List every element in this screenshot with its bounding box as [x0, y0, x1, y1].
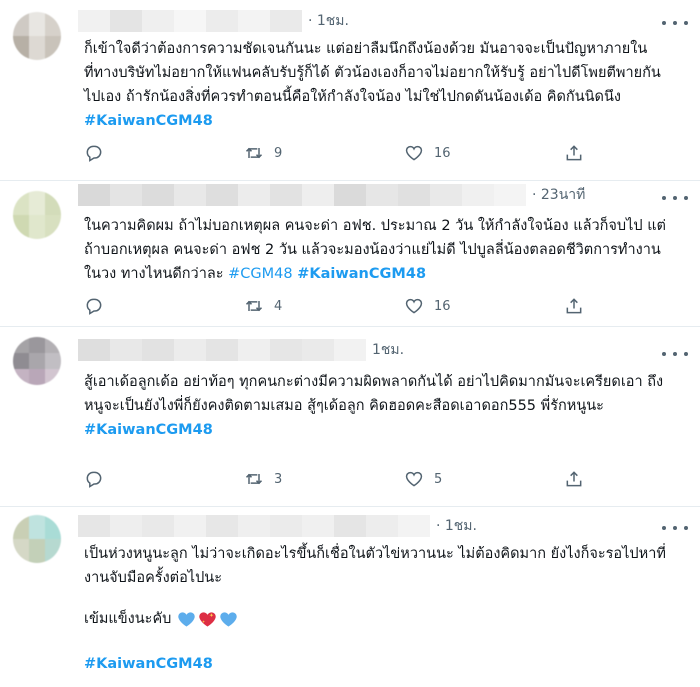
share-button[interactable] — [564, 294, 584, 318]
tweet-text-line2: เข้มแข็งนะคับ — [84, 607, 669, 631]
share-button[interactable] — [564, 467, 584, 491]
tweet-body: เป็นห่วงหนูนะลูก ไม่ว่าจะเกิดอะไรขึ้นก็เ… — [84, 546, 666, 586]
tweet-header: · 1ชม. — [78, 515, 477, 537]
tweet-text: ก็เข้าใจดีว่าต้องการความชัดเจนกันนะ แต่อ… — [84, 37, 669, 133]
more-icon[interactable] — [662, 521, 688, 535]
tweet-text-hashtags: #KaiwanCGM48 — [84, 652, 669, 676]
tweet-actions: 9 16 — [84, 141, 584, 165]
reply-button[interactable] — [84, 467, 104, 491]
reply-icon — [86, 471, 102, 488]
hashtag-link[interactable]: #KaiwanCGM48 — [84, 113, 213, 129]
avatar[interactable] — [13, 12, 61, 60]
emoji-hearts — [177, 610, 240, 629]
tweet-actions: 4 16 — [84, 294, 584, 318]
reply-icon — [86, 145, 102, 162]
tweet-actions: 3 5 — [84, 467, 584, 491]
tweet[interactable]: · 23นาที ในความคิดผม ถ้าไม่บอกเหตุผล คนจ… — [0, 181, 700, 327]
like-button[interactable]: 5 — [404, 467, 442, 491]
author-name-redacted[interactable] — [78, 10, 302, 32]
like-button[interactable]: 16 — [404, 141, 451, 165]
tweet-timestamp[interactable]: · 1ชม. — [436, 515, 477, 537]
tweet-timestamp[interactable]: · 23นาที — [532, 184, 585, 206]
reply-icon — [86, 298, 102, 315]
avatar[interactable] — [13, 337, 61, 385]
author-name-redacted[interactable] — [78, 339, 366, 361]
retweet-count: 9 — [274, 145, 283, 161]
blue-heart-icon — [220, 611, 238, 627]
share-icon — [566, 298, 582, 314]
retweet-button[interactable]: 4 — [244, 294, 282, 318]
sparkling-heart-icon — [199, 611, 217, 627]
hashtag-link[interactable]: #CGM48 — [228, 266, 292, 282]
tweet-body-line2: เข้มแข็งนะคับ — [84, 611, 172, 627]
like-count: 16 — [434, 145, 451, 161]
reply-button[interactable] — [84, 141, 104, 165]
hashtag-link[interactable]: #KaiwanCGM48 — [84, 656, 213, 672]
tweet-header: · 23นาที — [78, 184, 585, 206]
tweet-body: สู้เอาเด้อลูกเด้อ อย่าท้อๆ ทุกคนกะต่างมี… — [84, 374, 664, 414]
blue-heart-icon — [178, 611, 196, 627]
tweet[interactable]: 1ชม. สู้เอาเด้อลูกเด้อ อย่าท้อๆ ทุกคนกะต… — [0, 327, 700, 507]
like-icon — [405, 145, 423, 161]
retweet-button[interactable]: 3 — [244, 467, 282, 491]
like-icon — [405, 298, 423, 314]
more-icon[interactable] — [662, 16, 688, 30]
like-count: 16 — [434, 298, 451, 314]
like-count: 5 — [434, 471, 443, 487]
reply-button[interactable] — [84, 294, 104, 318]
tweet-text: เป็นห่วงหนูนะลูก ไม่ว่าจะเกิดอะไรขึ้นก็เ… — [84, 542, 669, 590]
hashtag-link[interactable]: #KaiwanCGM48 — [84, 422, 213, 438]
retweet-icon — [245, 147, 263, 159]
share-icon — [566, 471, 582, 487]
avatar[interactable] — [13, 191, 61, 239]
tweet[interactable]: · 1ชม. เป็นห่วงหนูนะลูก ไม่ว่าจะเกิดอะไร… — [0, 507, 700, 687]
hashtag-link[interactable]: #KaiwanCGM48 — [297, 266, 426, 282]
author-name-redacted[interactable] — [78, 515, 430, 537]
more-icon[interactable] — [662, 347, 688, 361]
tweet-body: ก็เข้าใจดีว่าต้องการความชัดเจนกันนะ แต่อ… — [84, 41, 661, 105]
tweet[interactable]: · 1ชม. ก็เข้าใจดีว่าต้องการความชัดเจนกัน… — [0, 0, 700, 181]
retweet-count: 3 — [274, 471, 283, 487]
share-button[interactable] — [564, 141, 584, 165]
share-icon — [566, 145, 582, 161]
tweet-header: · 1ชม. — [78, 10, 349, 32]
retweet-button[interactable]: 9 — [244, 141, 282, 165]
more-icon[interactable] — [662, 191, 688, 205]
retweet-icon — [245, 473, 263, 485]
author-name-redacted[interactable] — [78, 184, 526, 206]
tweet-text: ในความคิดผม ถ้าไม่บอกเหตุผล คนจะด่า อฟช.… — [84, 214, 669, 286]
like-button[interactable]: 16 — [404, 294, 451, 318]
like-icon — [405, 471, 423, 487]
tweet-timestamp[interactable]: · 1ชม. — [308, 10, 349, 32]
tweet-timestamp[interactable]: 1ชม. — [372, 339, 404, 361]
avatar[interactable] — [13, 515, 61, 563]
tweet-text: สู้เอาเด้อลูกเด้อ อย่าท้อๆ ทุกคนกะต่างมี… — [84, 370, 669, 442]
retweet-icon — [245, 300, 263, 312]
tweet-header: 1ชม. — [78, 339, 404, 361]
retweet-count: 4 — [274, 298, 283, 314]
